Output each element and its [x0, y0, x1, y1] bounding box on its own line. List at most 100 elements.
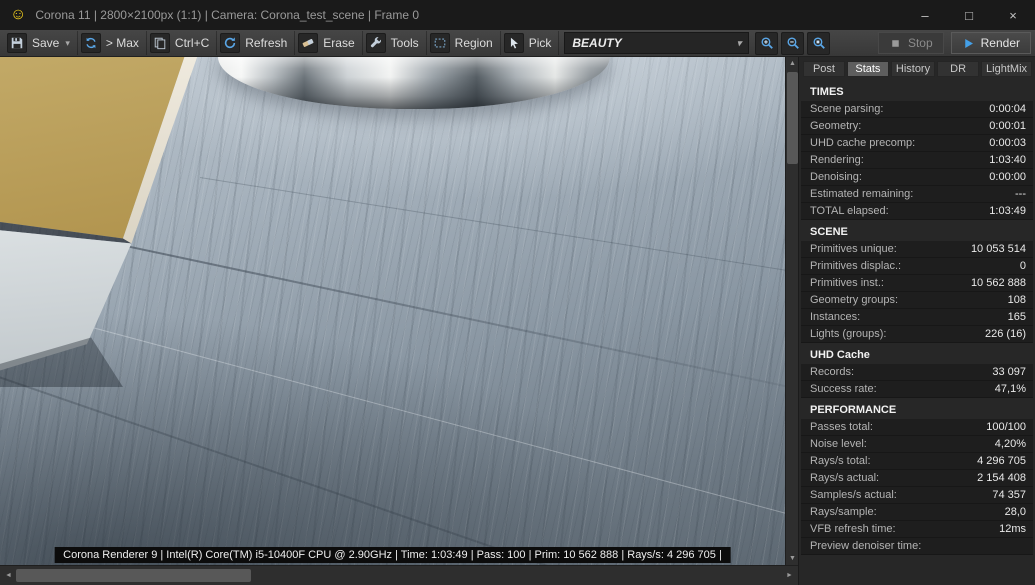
- tab-history[interactable]: History: [891, 61, 935, 77]
- stat-value: 0:00:01: [989, 119, 1026, 133]
- ctrl-c-button[interactable]: Ctrl+C: [147, 31, 217, 55]
- stat-row: TOTAL elapsed:1:03:49: [801, 203, 1033, 220]
- stat-value: 47,1%: [995, 382, 1026, 396]
- tab-post[interactable]: Post: [803, 61, 845, 77]
- save-button[interactable]: Save▾: [4, 31, 78, 55]
- stat-row: Denoising:0:00:00: [801, 169, 1033, 186]
- vertical-scrollbar[interactable]: ▲ ▼: [785, 57, 798, 565]
- stat-row: Passes total:100/100: [801, 419, 1033, 436]
- main-area: Corona Renderer 9 | Intel(R) Core(TM) i5…: [0, 57, 1035, 585]
- cabinet-object: [0, 57, 212, 387]
- tools-icon: [366, 33, 386, 53]
- stat-row: Geometry:0:00:01: [801, 118, 1033, 135]
- stat-row: Success rate:47,1%: [801, 381, 1033, 398]
- stat-value: 10 053 514: [971, 242, 1026, 256]
- erase-button[interactable]: Erase: [295, 31, 362, 55]
- tools-button[interactable]: Tools: [363, 31, 427, 55]
- stat-row: Preview denoiser time:: [801, 538, 1033, 555]
- stat-label: Primitives inst.:: [810, 276, 884, 290]
- stat-value: 12ms: [999, 522, 1026, 536]
- stat-label: Noise level:: [810, 437, 867, 451]
- stat-value: 1:03:40: [989, 153, 1026, 167]
- zoom-out-button[interactable]: [781, 32, 804, 55]
- stat-label: UHD cache precomp:: [810, 136, 915, 150]
- sync-icon: [81, 33, 101, 53]
- stat-label: Preview denoiser time:: [810, 539, 921, 553]
- minimize-button[interactable]: –: [903, 0, 947, 30]
- title-bar[interactable]: ☺ Corona 11 | 2800×2100px (1:1) | Camera…: [0, 0, 1035, 30]
- window-controls: – □ ×: [903, 0, 1035, 30]
- stat-label: Rays/sample:: [810, 505, 877, 519]
- stat-row: Noise level: 4,20%: [801, 436, 1033, 453]
- stat-label: Passes total:: [810, 420, 873, 434]
- stat-label: Geometry groups:: [810, 293, 898, 307]
- zoom-in-button[interactable]: [755, 32, 778, 55]
- refresh-button[interactable]: Refresh: [217, 31, 295, 55]
- stat-value: 0:00:00: [989, 170, 1026, 184]
- erase-icon: [298, 33, 318, 53]
- zoom-fit-button[interactable]: [807, 32, 830, 55]
- region-button[interactable]: Region: [427, 31, 501, 55]
- rendered-image[interactable]: Corona Renderer 9 | Intel(R) Core(TM) i5…: [0, 57, 785, 565]
- corona-vfb-window: ☺ Corona 11 | 2800×2100px (1:1) | Camera…: [0, 0, 1035, 585]
- scroll-right-icon[interactable]: ►: [783, 566, 796, 585]
- stat-row: Primitives displac.: 0: [801, 258, 1033, 275]
- play-icon: [962, 37, 975, 50]
- max-button[interactable]: > Max: [78, 31, 147, 55]
- tab-dr[interactable]: DR: [937, 61, 979, 77]
- tab-stats[interactable]: Stats: [847, 61, 889, 77]
- stat-label: Primitives unique:: [810, 242, 897, 256]
- stats-panel: PostStatsHistoryDRLightMix TIMESScene pa…: [798, 57, 1035, 585]
- scroll-up-icon[interactable]: ▲: [786, 57, 799, 70]
- toolbar-button-label: Region: [455, 36, 493, 50]
- pick-button[interactable]: Pick: [501, 31, 560, 55]
- copy-icon: [150, 33, 170, 53]
- stats-sections: TIMESScene parsing:0:00:04Geometry:0:00:…: [799, 80, 1035, 585]
- horizontal-scrollbar[interactable]: ◄ ►: [0, 565, 798, 585]
- render-label: Render: [981, 36, 1020, 50]
- toolbar-button-label: Ctrl+C: [175, 36, 209, 50]
- toolbar-button-label: Tools: [391, 36, 419, 50]
- stat-label: Rays/s total:: [810, 454, 871, 468]
- stat-value: 28,0: [1005, 505, 1026, 519]
- stat-row: Lights (groups):226 (16): [801, 326, 1033, 343]
- close-button[interactable]: ×: [991, 0, 1035, 30]
- stat-row: Geometry groups:108: [801, 292, 1033, 309]
- stat-label: Instances:: [810, 310, 860, 324]
- scroll-down-icon[interactable]: ▼: [786, 552, 799, 565]
- tab-lightmix[interactable]: LightMix: [981, 61, 1032, 77]
- maximize-button[interactable]: □: [947, 0, 991, 30]
- stat-row: Records:33 097: [801, 364, 1033, 381]
- refresh-icon: [220, 33, 240, 53]
- stat-row: VFB refresh time:12ms: [801, 521, 1033, 538]
- toolbar-button-label: Refresh: [245, 36, 287, 50]
- countertop-seam: [200, 177, 785, 275]
- toolbar-button-label: Save: [32, 36, 59, 50]
- stat-row: Estimated remaining: ---: [801, 186, 1033, 203]
- metal-pot-object: [218, 57, 610, 109]
- stat-value: 10 562 888: [971, 276, 1026, 290]
- stat-value: 0: [1020, 259, 1026, 273]
- stat-value: 165: [1008, 310, 1026, 324]
- corona-logo-icon: ☺: [10, 0, 26, 30]
- stat-label: Primitives displac.:: [810, 259, 901, 273]
- render-viewport: Corona Renderer 9 | Intel(R) Core(TM) i5…: [0, 57, 798, 585]
- zoom-buttons: [755, 32, 830, 55]
- countertop-seam: [126, 245, 785, 388]
- horizontal-scroll-thumb[interactable]: [16, 569, 251, 582]
- scroll-left-icon[interactable]: ◄: [2, 566, 15, 585]
- stat-row: Samples/s actual:74 357: [801, 487, 1033, 504]
- vertical-scroll-thumb[interactable]: [787, 72, 798, 164]
- stat-value: 4,20%: [995, 437, 1026, 451]
- stat-value: ---: [1015, 187, 1026, 201]
- stat-value: 4 296 705: [977, 454, 1026, 468]
- stat-value: 226 (16): [985, 327, 1026, 341]
- stat-label: Rays/s actual:: [810, 471, 879, 485]
- stop-button[interactable]: Stop: [878, 32, 944, 54]
- render-button[interactable]: Render: [951, 32, 1031, 54]
- channel-select[interactable]: BEAUTY ▾: [564, 32, 749, 54]
- stat-label: Samples/s actual:: [810, 488, 897, 502]
- stat-value: 1:03:49: [989, 204, 1026, 218]
- stat-label: Estimated remaining:: [810, 187, 913, 201]
- toolbar: Save▾> Max Ctrl+C Refresh Erase Tools Region P…: [0, 30, 1035, 57]
